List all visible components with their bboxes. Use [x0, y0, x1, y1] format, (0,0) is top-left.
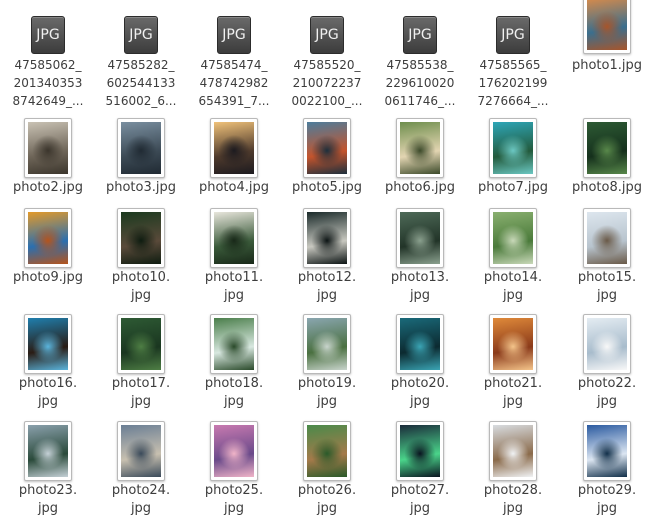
file-name-label: photo22. jpg [577, 376, 637, 409]
image-thumbnail-icon [303, 421, 351, 481]
file-name-label: photo2.jpg [12, 180, 83, 195]
image-thumbnail-icon [117, 314, 165, 374]
jpg-file-type-label: JPG [222, 27, 246, 43]
image-thumbnail-icon [24, 421, 72, 481]
file-name-label: photo19. jpg [297, 376, 357, 409]
file-name-label: 47585520_ 210072237 0022100_... [291, 58, 363, 108]
file-name-label: photo11. jpg [204, 270, 264, 303]
file-name-label: photo27. jpg [390, 483, 450, 516]
image-thumbnail-icon [583, 314, 631, 374]
image-thumbnail-icon [210, 314, 258, 374]
image-thumbnail-icon [583, 0, 631, 54]
file-name-label: photo12. jpg [297, 270, 357, 303]
file-name-label: photo5.jpg [291, 180, 362, 195]
jpg-file-type-label: JPG [408, 27, 432, 43]
file-name-label: 47585062_ 201340353 8742649_... [12, 58, 84, 108]
file-name-label: photo16. jpg [18, 376, 78, 409]
file-name-label: photo26. jpg [297, 483, 357, 516]
file-name-label: photo15. jpg [577, 270, 637, 303]
image-thumbnail-icon [396, 118, 444, 178]
file-name-label: photo10. jpg [111, 270, 171, 303]
file-name-label: photo21. jpg [483, 376, 543, 409]
image-thumbnail-icon [396, 314, 444, 374]
image-thumbnail-icon [303, 118, 351, 178]
file-name-label: photo9.jpg [12, 270, 83, 285]
image-thumbnail-icon [303, 208, 351, 268]
file-name-label: 47585282_ 602544133 516002_6... [105, 58, 177, 108]
image-thumbnail-icon [489, 421, 537, 481]
file-name-label: 47585474_ 478742982 654391_7... [198, 58, 270, 108]
file-name-label: photo20. jpg [390, 376, 450, 409]
jpg-file-type-label: JPG [36, 27, 60, 43]
image-thumbnail-icon [117, 208, 165, 268]
file-name-label: photo4.jpg [198, 180, 269, 195]
image-thumbnail-icon [583, 118, 631, 178]
jpg-file-type-label: JPG [129, 27, 153, 43]
image-thumbnail-icon [489, 118, 537, 178]
image-thumbnail-icon [117, 118, 165, 178]
image-thumbnail-icon [583, 208, 631, 268]
image-thumbnail-icon [24, 314, 72, 374]
image-thumbnail-icon [24, 118, 72, 178]
image-thumbnail-icon [489, 314, 537, 374]
image-thumbnail-icon [117, 421, 165, 481]
file-name-label: photo13. jpg [390, 270, 450, 303]
file-name-label: photo29. jpg [577, 483, 637, 516]
file-name-label: photo17. jpg [111, 376, 171, 409]
image-thumbnail-icon [489, 208, 537, 268]
jpg-file-icon: JPG [310, 16, 344, 54]
file-name-label: photo24. jpg [111, 483, 171, 516]
jpg-file-type-label: JPG [501, 27, 525, 43]
jpg-file-icon: JPG [31, 16, 65, 54]
file-name-label: 47585538_ 229610020 0611746_... [384, 58, 456, 108]
file-name-label: 47585565_ 176202199 7276664_... [477, 58, 549, 108]
image-thumbnail-icon [396, 208, 444, 268]
image-thumbnail-icon [24, 208, 72, 268]
file-name-label: photo23. jpg [18, 483, 78, 516]
file-name-label: photo7.jpg [477, 180, 548, 195]
image-thumbnail-icon [303, 314, 351, 374]
file-name-label: photo28. jpg [483, 483, 543, 516]
jpg-file-icon: JPG [496, 16, 530, 54]
file-name-label: photo14. jpg [483, 270, 543, 303]
image-thumbnail-icon [583, 421, 631, 481]
image-thumbnail-icon [210, 421, 258, 481]
file-name-label: photo6.jpg [384, 180, 455, 195]
file-name-label: photo18. jpg [204, 376, 264, 409]
file-name-label: photo1.jpg [571, 58, 642, 73]
jpg-file-icon: JPG [217, 16, 251, 54]
file-name-label: photo25. jpg [204, 483, 264, 516]
jpg-file-icon: JPG [124, 16, 158, 54]
jpg-file-icon: JPG [403, 16, 437, 54]
file-name-label: photo8.jpg [571, 180, 642, 195]
file-name-label: photo3.jpg [105, 180, 176, 195]
jpg-file-type-label: JPG [315, 27, 339, 43]
image-thumbnail-icon [396, 421, 444, 481]
image-thumbnail-icon [210, 118, 258, 178]
image-thumbnail-icon [210, 208, 258, 268]
